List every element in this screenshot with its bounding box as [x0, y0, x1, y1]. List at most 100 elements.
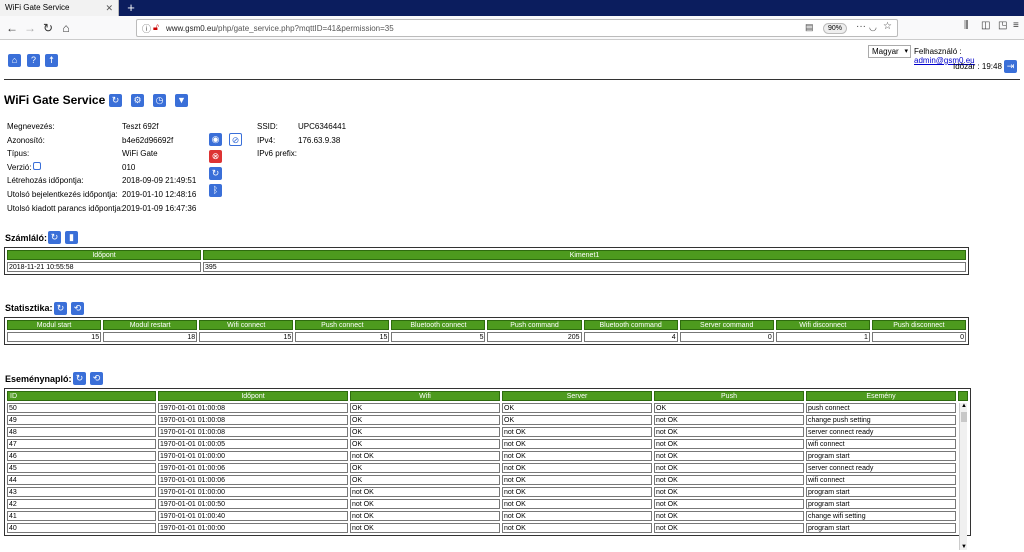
table-row: 43 1970-01-01 01:00:00 not OK not OK not OK p…	[7, 487, 968, 497]
bluetooth-icon[interactable]: ᛒ	[209, 184, 222, 197]
table-row: 41 1970-01-01 01:00:40 not OK not OK not OK c…	[7, 511, 968, 521]
url-bar[interactable]: ⓘ 🔓︎ www.gsm0.eu/php/gate_service.php?mq…	[136, 19, 898, 37]
show-eye-icon[interactable]: ◉	[209, 133, 222, 146]
user-label: Felhasználó :	[914, 47, 962, 56]
info-icon[interactable]: ⓘ	[142, 22, 151, 35]
log-cell-server: not OK	[502, 475, 652, 485]
home-icon[interactable]: ⌂	[58, 20, 74, 36]
stats-header: Server command	[679, 320, 774, 330]
log-cell-time: 1970-01-01 01:00:05	[158, 439, 348, 449]
log-cell-event: push connect	[806, 403, 956, 413]
log-cell-push: not OK	[654, 475, 804, 485]
library-icon[interactable]: ⫼	[964, 20, 969, 31]
stats-title: Statisztika:	[5, 303, 53, 313]
settings-gear-icon[interactable]: ⚙	[131, 94, 144, 107]
table-row: 50 1970-01-01 01:00:08 OK OK OK push connect	[7, 403, 968, 413]
wifi-icon[interactable]: ▼	[175, 94, 188, 107]
log-cell-wifi: OK	[350, 439, 500, 449]
log-cell-id: 46	[7, 451, 156, 461]
back-icon[interactable]: ←	[4, 20, 20, 36]
reader-view-icon[interactable]: ▤	[805, 22, 814, 33]
counter-refresh-icon[interactable]: ↻	[48, 231, 61, 244]
log-cell-server: not OK	[502, 487, 652, 497]
reload-icon[interactable]: ↻	[40, 20, 56, 36]
version-label: Verzió:	[7, 163, 32, 172]
url-host: www.gsm0.eu	[166, 24, 216, 33]
version-value: 010	[122, 163, 136, 172]
stats-cell: 15	[7, 332, 102, 342]
stats-header: Push disconnect	[871, 320, 966, 330]
log-cell-push: not OK	[654, 415, 804, 425]
log-refresh-icon[interactable]: ↻	[73, 372, 86, 385]
accessibility-icon[interactable]: ☨	[45, 54, 58, 67]
log-cell-wifi: OK	[350, 427, 500, 437]
counter-delete-icon[interactable]: ▮	[65, 231, 78, 244]
stats-header: Wifi connect	[199, 320, 294, 330]
log-header-id: ID	[7, 391, 156, 401]
stats-header: Modul start	[7, 320, 102, 330]
log-cell-id: 49	[7, 415, 156, 425]
last-login-value: 2019-01-10 12:48:16	[122, 190, 197, 199]
refresh-icon[interactable]: ↻	[109, 94, 122, 107]
log-cell-id: 40	[7, 523, 156, 533]
logout-icon[interactable]: ⇥	[1004, 60, 1017, 73]
log-reset-icon[interactable]: ⟲	[90, 372, 103, 385]
stats-header: Wifi disconnect	[775, 320, 870, 330]
scroll-thumb[interactable]	[961, 412, 967, 422]
counter-header-output: Kimenet1	[203, 250, 966, 260]
new-tab-icon[interactable]: +	[124, 0, 138, 16]
table-row: 42 1970-01-01 01:00:50 not OK not OK not OK p…	[7, 499, 968, 509]
table-row: 49 1970-01-01 01:00:08 OK OK not OK change pu…	[7, 415, 968, 425]
stats-cell: 1	[775, 332, 870, 342]
log-cell-server: not OK	[502, 463, 652, 473]
log-cell-server: not OK	[502, 511, 652, 521]
pocket-icon[interactable]: ◡	[869, 22, 877, 33]
page-actions-icon[interactable]: ···	[856, 21, 866, 32]
stats-refresh-icon[interactable]: ↻	[54, 302, 67, 315]
version-info-icon[interactable]	[33, 162, 41, 170]
forward-icon[interactable]: →	[22, 20, 38, 36]
log-cell-wifi: OK	[350, 475, 500, 485]
language-select[interactable]: Magyar ▾	[868, 45, 911, 58]
table-row: 15 18 15 15 5 205 4 0 1 0	[7, 332, 966, 342]
event-log-table: ID Időpont Wifi Server Push Esemény 50 19…	[4, 388, 971, 536]
log-cell-event: program start	[806, 451, 956, 461]
stats-header: Push connect	[295, 320, 390, 330]
log-cell-id: 43	[7, 487, 156, 497]
zoom-level[interactable]: 90%	[823, 23, 848, 34]
log-header-event: Esemény	[806, 391, 956, 401]
log-scrollbar[interactable]: ▲ ▼	[959, 403, 967, 550]
home-button-icon[interactable]: ⌂	[8, 54, 21, 67]
scroll-up-icon[interactable]: ▲	[960, 403, 968, 409]
no-signal-icon[interactable]: ⊗	[209, 150, 222, 163]
created-label: Létrehozás időpontja:	[7, 176, 84, 185]
help-icon[interactable]: ?	[27, 54, 40, 67]
stats-cell: 0	[679, 332, 774, 342]
log-cell-id: 47	[7, 439, 156, 449]
clock-icon[interactable]: ◷	[153, 94, 166, 107]
browser-tab[interactable]: WiFi Gate Service ✕	[0, 0, 119, 16]
log-cell-wifi: not OK	[350, 511, 500, 521]
close-tab-icon[interactable]: ✕	[105, 0, 113, 16]
counter-cell-time: 2018-11-21 10:55:58	[7, 262, 201, 272]
log-cell-id: 41	[7, 511, 156, 521]
extension-icon[interactable]: ◳	[998, 20, 1007, 31]
stats-reset-icon[interactable]: ⟲	[71, 302, 84, 315]
insecure-lock-icon[interactable]: 🔓︎	[153, 22, 159, 33]
counter-header-time: Időpont	[7, 250, 201, 260]
hide-eye-icon[interactable]: ⊘	[229, 133, 242, 146]
sidebar-icon[interactable]: ◫	[981, 20, 990, 31]
update-icon[interactable]: ↻	[209, 167, 222, 180]
table-row: 47 1970-01-01 01:00:05 OK not OK not OK wifi …	[7, 439, 968, 449]
stats-cell: 205	[487, 332, 582, 342]
scroll-down-icon[interactable]: ▼	[960, 544, 968, 550]
stats-header: Modul restart	[103, 320, 198, 330]
log-cell-event: change wifi setting	[806, 511, 956, 521]
header-divider	[4, 79, 1020, 80]
browser-navbar: ← → ↻ ⌂ ⓘ 🔓︎ www.gsm0.eu/php/gate_servic…	[0, 16, 1024, 40]
menu-icon[interactable]: ≡	[1013, 20, 1019, 31]
stats-cell: 5	[391, 332, 486, 342]
log-cell-id: 50	[7, 403, 156, 413]
bookmark-star-icon[interactable]: ☆	[883, 21, 892, 32]
last-command-label: Utolsó kiadott parancs időpontja:	[7, 204, 124, 213]
